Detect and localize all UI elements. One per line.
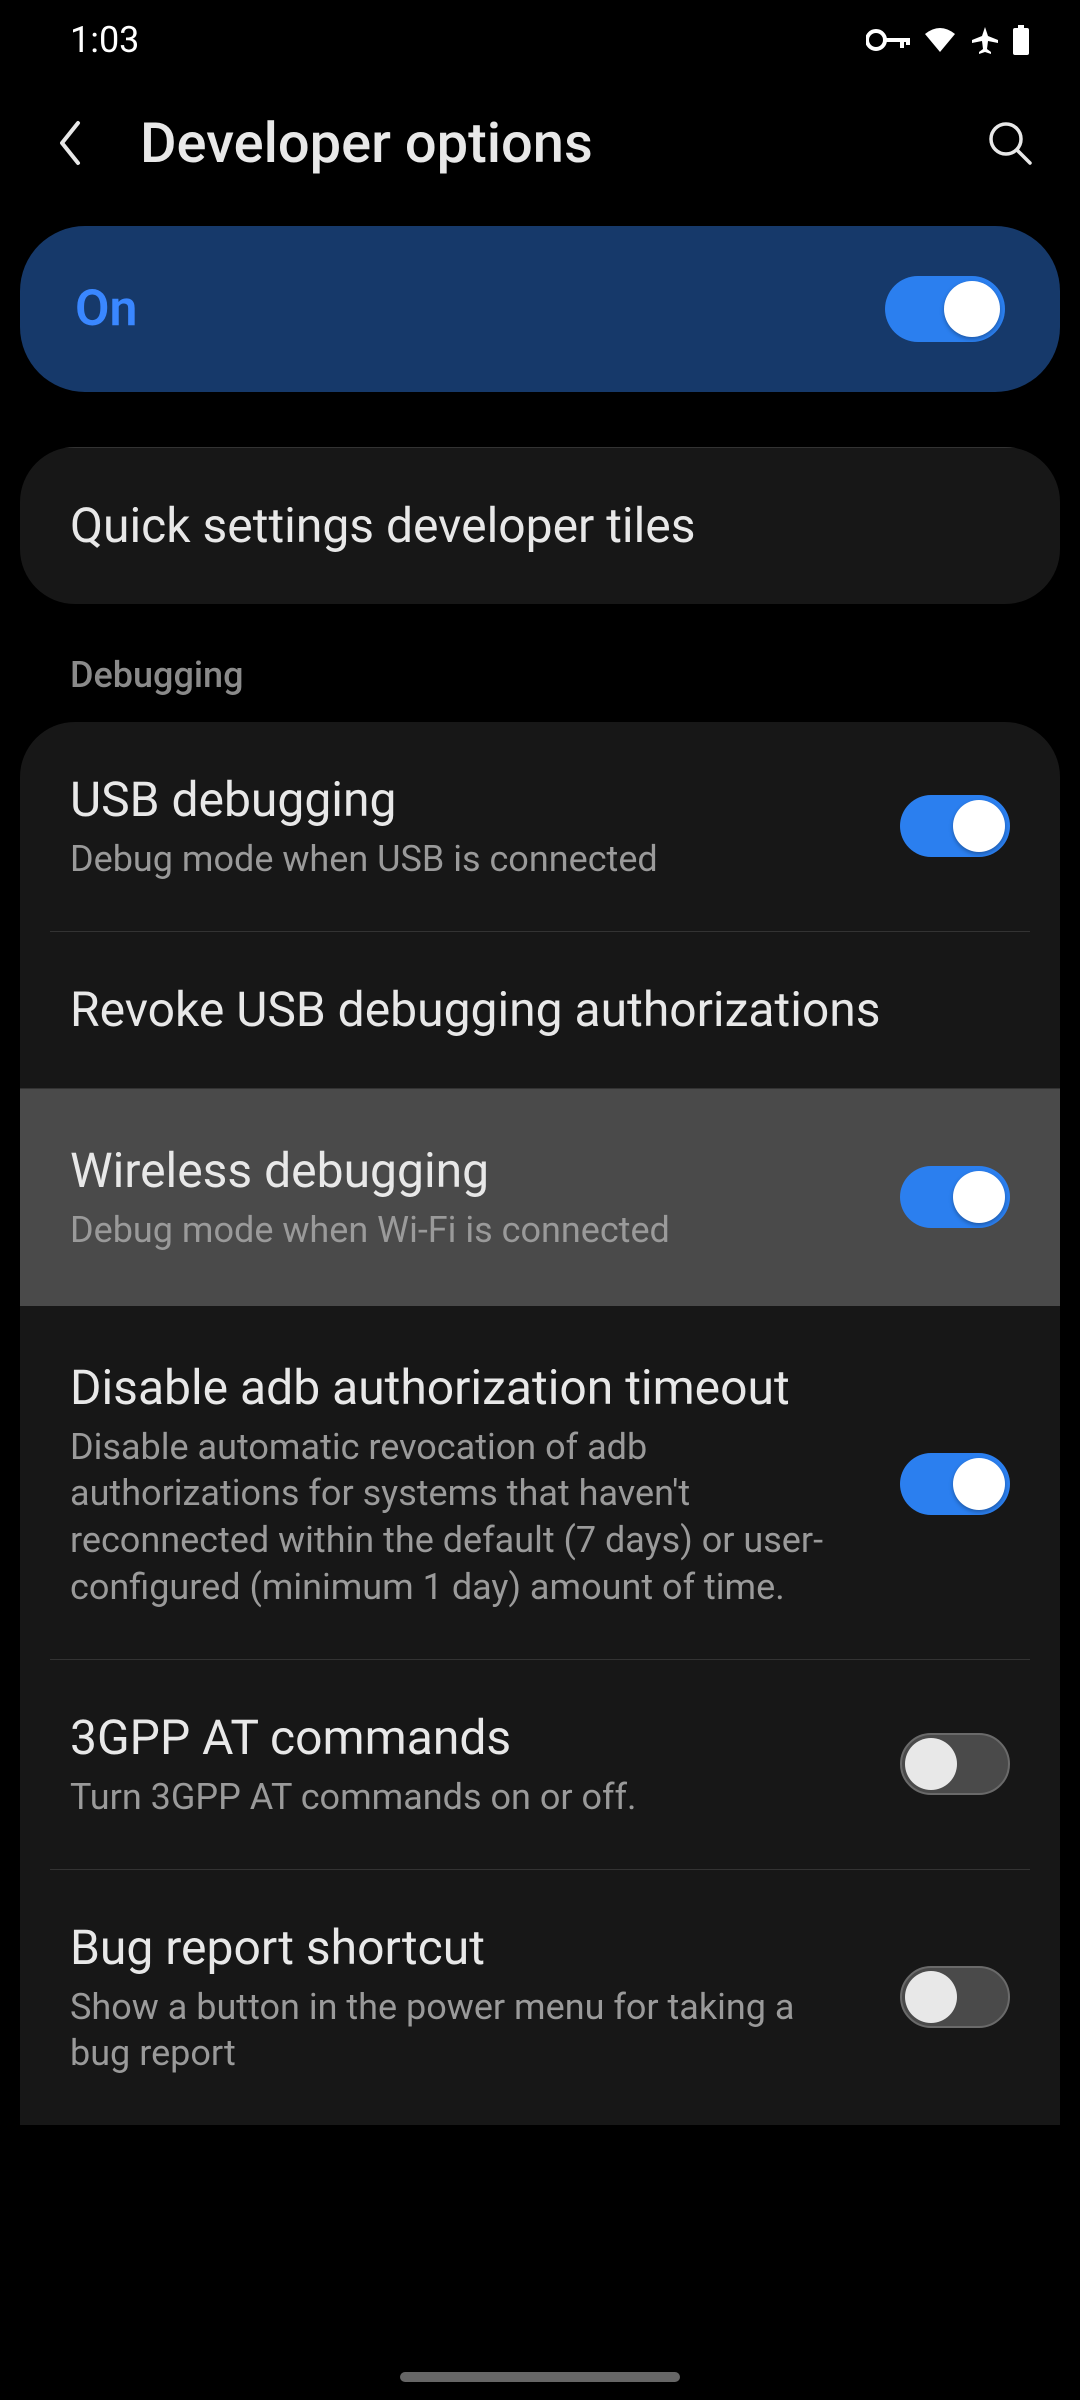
wireless-debugging-toggle[interactable] xyxy=(900,1166,1010,1228)
master-toggle-switch[interactable] xyxy=(885,276,1005,342)
gpp-at-item[interactable]: 3GPP AT commands Turn 3GPP AT commands o… xyxy=(20,1660,1060,1869)
usb-debugging-title: USB debugging xyxy=(70,770,870,830)
toggle-knob xyxy=(953,1458,1005,1510)
toggle-knob xyxy=(953,1171,1005,1223)
wifi-icon xyxy=(922,26,958,54)
revoke-usb-item[interactable]: Revoke USB debugging authorizations xyxy=(20,932,1060,1088)
vpn-key-icon xyxy=(866,28,910,52)
adb-timeout-toggle[interactable] xyxy=(900,1453,1010,1515)
toggle-knob xyxy=(953,800,1005,852)
search-icon xyxy=(986,119,1034,167)
quick-settings-title: Quick settings developer tiles xyxy=(70,496,1010,556)
bug-report-toggle[interactable] xyxy=(900,1966,1010,2028)
search-button[interactable] xyxy=(980,113,1040,173)
gpp-at-toggle[interactable] xyxy=(900,1733,1010,1795)
battery-icon xyxy=(1012,25,1030,55)
status-bar: 1:03 xyxy=(0,0,1080,80)
usb-debugging-toggle[interactable] xyxy=(900,795,1010,857)
revoke-usb-title: Revoke USB debugging authorizations xyxy=(70,980,1010,1040)
app-header: Developer options xyxy=(0,80,1080,226)
wireless-debugging-subtitle: Debug mode when Wi-Fi is connected xyxy=(70,1207,870,1254)
bug-report-subtitle: Show a button in the power menu for taki… xyxy=(70,1984,830,2078)
section-header-debugging: Debugging xyxy=(20,634,1060,722)
gpp-at-subtitle: Turn 3GPP AT commands on or off. xyxy=(70,1774,870,1821)
wireless-debugging-item[interactable]: Wireless debugging Debug mode when Wi-Fi… xyxy=(20,1088,1060,1306)
toggle-knob xyxy=(944,281,1000,337)
back-button[interactable] xyxy=(40,113,100,173)
usb-debugging-subtitle: Debug mode when USB is connected xyxy=(70,836,870,883)
quick-settings-card: Quick settings developer tiles xyxy=(20,447,1060,604)
adb-timeout-title: Disable adb authorization timeout xyxy=(70,1358,870,1418)
usb-debugging-item[interactable]: USB debugging Debug mode when USB is con… xyxy=(20,722,1060,931)
adb-timeout-subtitle: Disable automatic revocation of adb auth… xyxy=(70,1424,830,1611)
airplane-icon xyxy=(970,25,1000,55)
status-time: 1:03 xyxy=(70,19,139,61)
wireless-debugging-title: Wireless debugging xyxy=(70,1141,870,1201)
toggle-knob xyxy=(905,1971,957,2023)
bug-report-title: Bug report shortcut xyxy=(70,1918,870,1978)
toggle-knob xyxy=(905,1738,957,1790)
page-title: Developer options xyxy=(140,110,940,176)
debugging-card: USB debugging Debug mode when USB is con… xyxy=(20,722,1060,2125)
bug-report-item[interactable]: Bug report shortcut Show a button in the… xyxy=(20,1870,1060,2126)
master-toggle-row[interactable]: On xyxy=(20,226,1060,392)
quick-settings-item[interactable]: Quick settings developer tiles xyxy=(20,448,1060,604)
navigation-handle[interactable] xyxy=(400,2372,680,2382)
chevron-left-icon xyxy=(56,119,84,167)
master-toggle-label: On xyxy=(75,280,137,338)
adb-timeout-item[interactable]: Disable adb authorization timeout Disabl… xyxy=(20,1306,1060,1659)
status-icons xyxy=(866,25,1030,55)
gpp-at-title: 3GPP AT commands xyxy=(70,1708,870,1768)
